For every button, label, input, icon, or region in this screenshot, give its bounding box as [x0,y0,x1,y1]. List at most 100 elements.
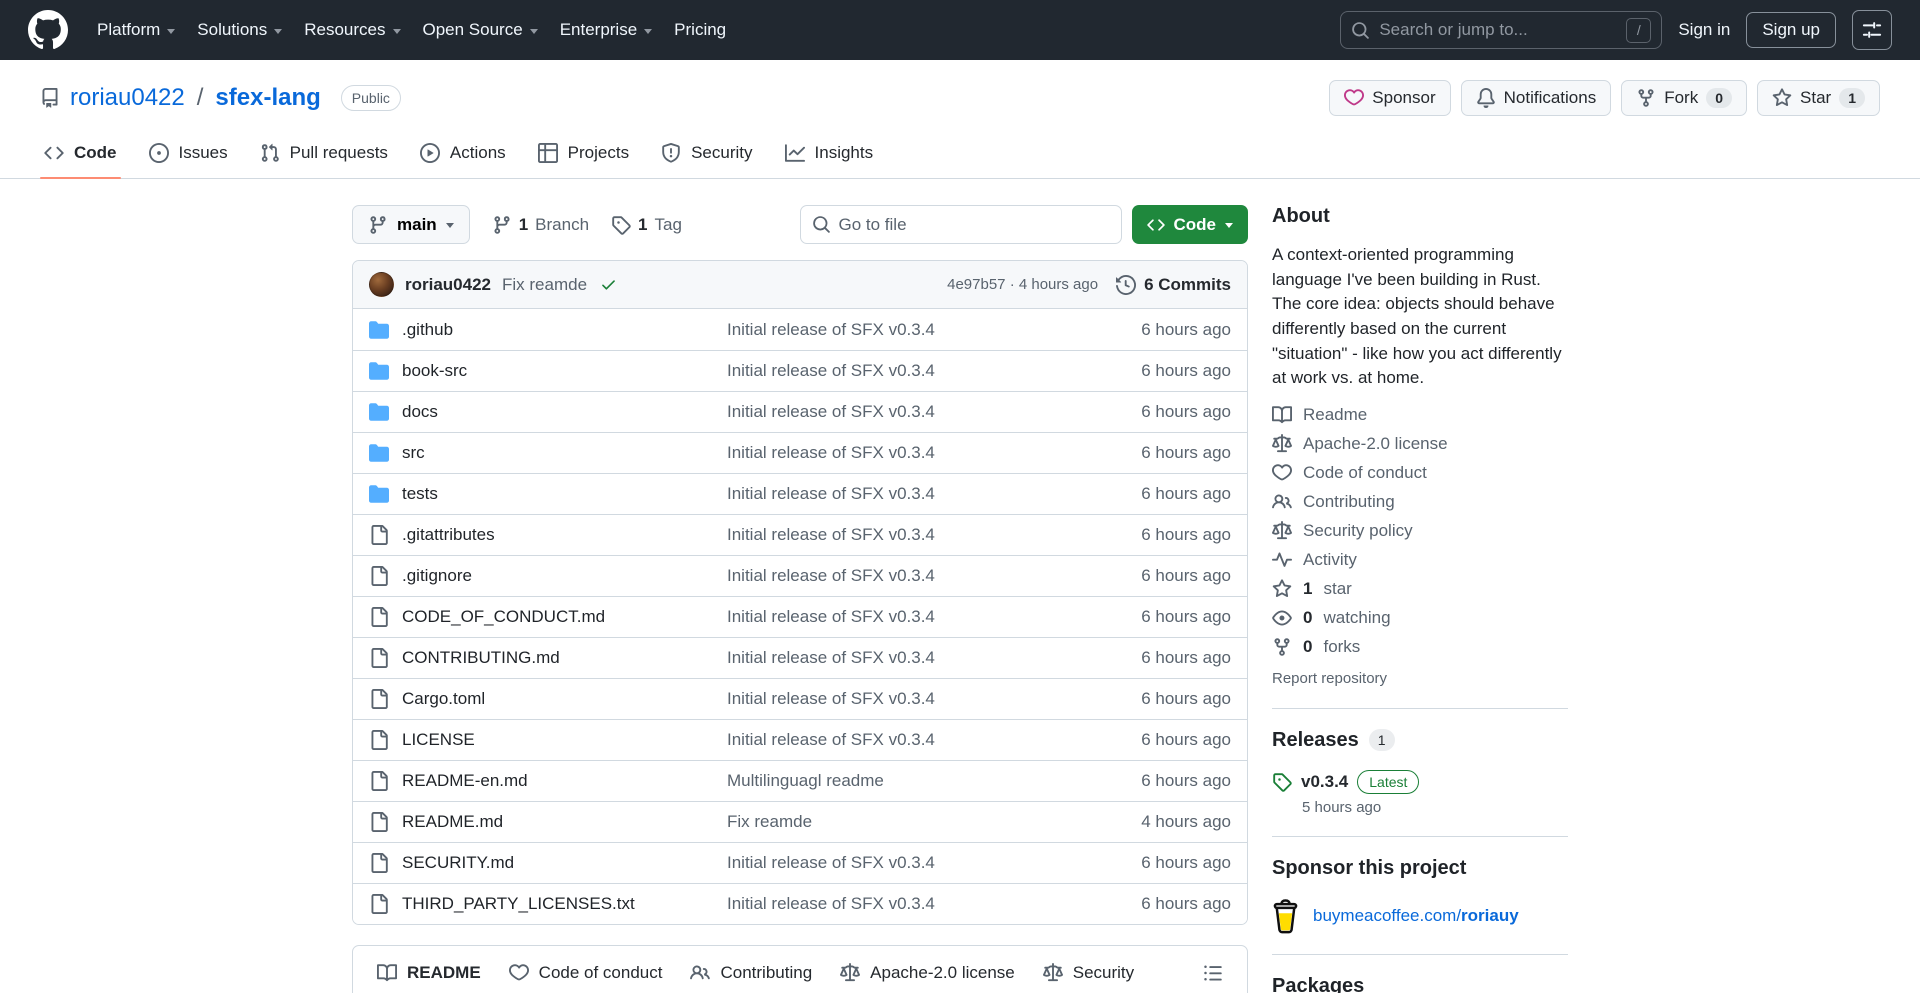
commit-message-link[interactable]: Initial release of SFX v0.3.4 [727,648,1081,668]
file-name-link[interactable]: README-en.md [402,771,528,791]
forks-link[interactable]: 0 forks [1272,633,1568,662]
nav-solutions[interactable]: Solutions [186,12,293,48]
table-row[interactable]: .gitattributes Initial release of SFX v0… [353,514,1247,555]
file-name-link[interactable]: THIRD_PARTY_LICENSES.txt [402,894,635,914]
fork-button[interactable]: Fork 0 [1621,80,1748,116]
commit-message-link[interactable]: Fix reamde [727,812,1081,832]
commit-message-link[interactable]: Initial release of SFX v0.3.4 [727,402,1081,422]
table-row[interactable]: Cargo.toml Initial release of SFX v0.3.4… [353,678,1247,719]
commit-history-link[interactable]: 6 Commits [1116,275,1231,295]
file-name-link[interactable]: .gitattributes [402,525,495,545]
tags-link[interactable]: 1 Tag [611,215,682,235]
table-row[interactable]: CONTRIBUTING.md Initial release of SFX v… [353,637,1247,678]
commit-author-link[interactable]: roriau0422 [405,275,491,295]
commit-message-link[interactable]: Initial release of SFX v0.3.4 [727,525,1081,545]
sign-up-button[interactable]: Sign up [1746,12,1836,48]
go-to-file-box[interactable] [799,205,1122,244]
file-name-link[interactable]: src [402,443,425,463]
release-version-link[interactable]: v0.3.4 [1301,772,1348,792]
code-of-conduct-link[interactable]: Code of conduct [1272,459,1568,488]
table-row[interactable]: README-en.md Multilinguagl readme 6 hour… [353,760,1247,801]
file-name-link[interactable]: Cargo.toml [402,689,485,709]
activity-link[interactable]: Activity [1272,546,1568,575]
github-logo-icon[interactable] [28,10,68,50]
buymeacoffee-link[interactable]: buymeacoffee.com/roriauy [1313,906,1519,926]
table-row[interactable]: LICENSE Initial release of SFX v0.3.4 6 … [353,719,1247,760]
table-row[interactable]: tests Initial release of SFX v0.3.4 6 ho… [353,473,1247,514]
watchers-link[interactable]: 0 watching [1272,604,1568,633]
commit-message-link[interactable]: Initial release of SFX v0.3.4 [727,894,1081,914]
nav-open-source[interactable]: Open Source [412,12,549,48]
file-name-link[interactable]: docs [402,402,438,422]
file-name-link[interactable]: book-src [402,361,467,381]
star-button[interactable]: Star 1 [1757,80,1880,116]
commit-message-link[interactable]: Initial release of SFX v0.3.4 [727,484,1081,504]
commit-message-link[interactable]: Multilinguagl readme [727,771,1081,791]
commit-message-link[interactable]: Initial release of SFX v0.3.4 [727,730,1081,750]
tab-insights[interactable]: Insights [773,128,886,178]
go-to-file-input[interactable] [838,214,1110,235]
sign-in-link[interactable]: Sign in [1678,20,1730,40]
nav-enterprise[interactable]: Enterprise [549,12,663,48]
tab-issues[interactable]: Issues [137,128,240,178]
command-palette-button[interactable] [1852,10,1892,50]
license-link[interactable]: Apache-2.0 license [1272,430,1568,459]
avatar[interactable] [369,272,394,297]
nav-platform[interactable]: Platform [86,12,186,48]
repo-name-link[interactable]: sfex-lang [215,84,320,112]
file-name-link[interactable]: tests [402,484,438,504]
file-name-link[interactable]: CONTRIBUTING.md [402,648,560,668]
table-row[interactable]: docs Initial release of SFX v0.3.4 6 hou… [353,391,1247,432]
file-name-link[interactable]: .gitignore [402,566,472,586]
table-row[interactable]: THIRD_PARTY_LICENSES.txt Initial release… [353,883,1247,924]
file-name-link[interactable]: .github [402,320,453,340]
table-row[interactable]: .gitignore Initial release of SFX v0.3.4… [353,555,1247,596]
tab-projects[interactable]: Projects [526,128,641,178]
commit-message-link[interactable]: Initial release of SFX v0.3.4 [727,566,1081,586]
notifications-button[interactable]: Notifications [1460,80,1612,116]
table-row[interactable]: book-src Initial release of SFX v0.3.4 6… [353,350,1247,391]
stars-link[interactable]: 1 star [1272,575,1568,604]
commit-message-link[interactable]: Fix reamde [502,275,587,295]
license-tab[interactable]: Apache-2.0 license [826,946,1029,993]
nav-pricing[interactable]: Pricing [663,12,737,48]
file-name-link[interactable]: CODE_OF_CONDUCT.md [402,607,605,627]
security-policy-link[interactable]: Security policy [1272,517,1568,546]
file-name-link[interactable]: SECURITY.md [402,853,514,873]
commit-message-link[interactable]: Initial release of SFX v0.3.4 [727,361,1081,381]
table-row[interactable]: .github Initial release of SFX v0.3.4 6 … [353,309,1247,350]
file-name-link[interactable]: LICENSE [402,730,475,750]
contributing-link[interactable]: Contributing [1272,488,1568,517]
tab-code[interactable]: Code [32,128,129,179]
check-icon[interactable] [600,276,617,293]
table-row[interactable]: SECURITY.md Initial release of SFX v0.3.… [353,842,1247,883]
repo-owner-link[interactable]: roriau0422 [70,84,185,112]
sponsor-button[interactable]: Sponsor [1329,80,1451,116]
tab-pull-requests[interactable]: Pull requests [248,128,400,178]
search-input[interactable] [1379,20,1618,40]
branch-selector[interactable]: main [352,205,470,244]
table-row[interactable]: src Initial release of SFX v0.3.4 6 hour… [353,432,1247,473]
security-tab[interactable]: Security [1029,946,1148,993]
code-dropdown-button[interactable]: Code [1131,205,1248,244]
tab-actions[interactable]: Actions [408,128,518,178]
commit-message-link[interactable]: Initial release of SFX v0.3.4 [727,320,1081,340]
table-row[interactable]: README.md Fix reamde 4 hours ago [353,801,1247,842]
readme-tab[interactable]: README [363,946,495,993]
commit-message-link[interactable]: Initial release of SFX v0.3.4 [727,607,1081,627]
commit-message-link[interactable]: Initial release of SFX v0.3.4 [727,443,1081,463]
code-of-conduct-tab[interactable]: Code of conduct [495,946,677,993]
table-row[interactable]: CODE_OF_CONDUCT.md Initial release of SF… [353,596,1247,637]
readme-link[interactable]: Readme [1272,401,1568,430]
branches-link[interactable]: 1 Branch [492,215,589,235]
global-search[interactable]: / [1340,11,1663,49]
latest-release[interactable]: v0.3.4 Latest [1272,769,1568,794]
nav-resources[interactable]: Resources [293,12,411,48]
releases-title[interactable]: Releases 1 [1272,729,1568,752]
outline-button[interactable] [1197,957,1229,989]
commit-sha-time[interactable]: 4e97b57 · 4 hours ago [947,276,1098,293]
commit-message-link[interactable]: Initial release of SFX v0.3.4 [727,853,1081,873]
file-name-link[interactable]: README.md [402,812,503,832]
report-repository-link[interactable]: Report repository [1272,670,1387,687]
contributing-tab[interactable]: Contributing [676,946,826,993]
